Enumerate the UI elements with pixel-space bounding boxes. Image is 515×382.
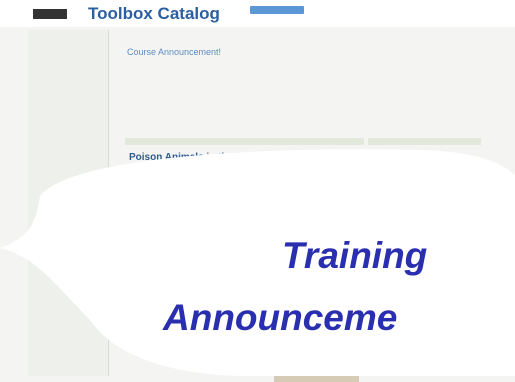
- course-title: Course Announcement!: [127, 47, 222, 57]
- panel-header: [125, 138, 364, 145]
- article-meta-row: [130, 172, 154, 177]
- app-title: Toolbox Catalog: [88, 4, 220, 23]
- sidebar-nav: [28, 30, 109, 376]
- top-tab-1[interactable]: [219, 6, 225, 14]
- side-panel-header: [368, 138, 481, 145]
- article-title[interactable]: Poison Animals in the Area: [129, 152, 258, 163]
- overlay-title-line-1: Training: [282, 235, 428, 276]
- top-tab-2[interactable]: [250, 6, 304, 14]
- brand-logo[interactable]: [33, 9, 67, 19]
- overlay-title-line-2: Announceme: [163, 297, 398, 338]
- top-bar: Toolbox Catalog: [0, 0, 515, 27]
- article-meta-row: [130, 166, 154, 171]
